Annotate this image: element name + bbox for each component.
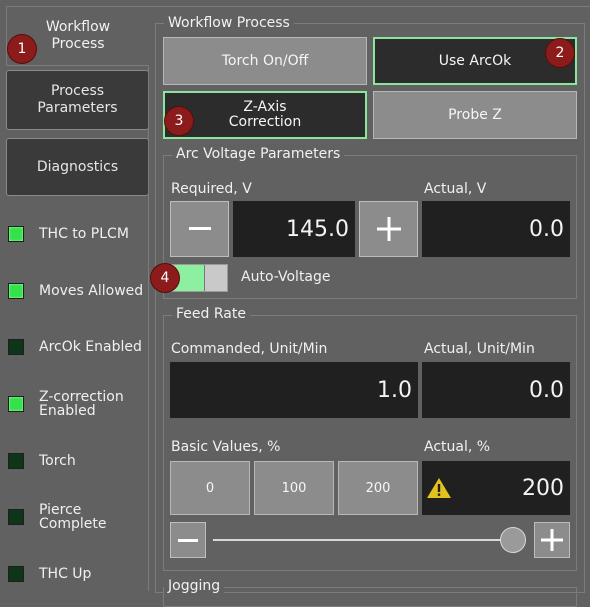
indicator-label: THC to PLCM xyxy=(39,226,129,242)
z-axis-label-line1: Z-Axis xyxy=(243,99,287,115)
led-arcok-enabled xyxy=(8,339,24,355)
indicator-label-line2: Enabled xyxy=(39,403,96,419)
feed-slider-thumb[interactable] xyxy=(500,527,526,553)
tab-label-line1: Workflow xyxy=(45,19,111,35)
tab-label-line1: Process xyxy=(50,83,105,99)
callout-badge: 3 xyxy=(165,107,193,135)
plus-icon xyxy=(376,217,401,241)
led-thc-to-plcm xyxy=(8,226,24,242)
feed-slider-track[interactable] xyxy=(213,539,513,541)
auto-voltage-label: Auto-Voltage xyxy=(241,269,331,285)
indicator-label-line2: Complete xyxy=(39,516,107,532)
callout-badge: 4 xyxy=(151,264,179,292)
indicator-label: Pierce xyxy=(39,502,82,518)
basic-values-label: Basic Values, % xyxy=(171,439,281,455)
voltage-decrease-button[interactable] xyxy=(170,201,229,257)
probe-z-button[interactable]: Probe Z xyxy=(373,91,577,139)
z-axis-label-line2: Correction xyxy=(228,114,302,130)
minus-icon xyxy=(178,538,198,542)
tab-label-line2: Parameters xyxy=(37,100,118,116)
indicator-label: ArcOk Enabled xyxy=(39,339,142,355)
arc-voltage-title: Arc Voltage Parameters xyxy=(172,146,345,162)
jogging-group xyxy=(163,587,577,607)
tab-panel-top-border xyxy=(148,6,590,7)
required-voltage-field[interactable]: 145.0 xyxy=(233,201,355,257)
actual-percent-label: Actual, % xyxy=(424,439,491,455)
indicator-label: Torch xyxy=(39,453,76,469)
minus-icon xyxy=(188,227,211,230)
actual-feed-label: Actual, Unit/Min xyxy=(424,341,535,357)
indicator-label: Moves Allowed xyxy=(39,283,144,299)
preset-200-button[interactable]: 200 xyxy=(338,461,418,515)
voltage-increase-button[interactable] xyxy=(359,201,418,257)
preset-0-button[interactable]: 0 xyxy=(170,461,250,515)
callout-badge: 2 xyxy=(546,39,574,67)
use-arcok-button[interactable]: Use ArcOk xyxy=(373,37,577,85)
indicator-label: THC Up xyxy=(39,566,92,582)
led-moves-allowed xyxy=(8,283,24,299)
actual-feed-field: 0.0 xyxy=(422,362,570,418)
jogging-title: Jogging xyxy=(164,578,225,594)
warning-icon xyxy=(427,478,451,498)
required-voltage-label: Required, V xyxy=(171,181,252,197)
feed-increase-button[interactable] xyxy=(534,522,570,558)
tab-process-parameters[interactable]: Process Parameters xyxy=(6,70,149,130)
torch-on-off-button[interactable]: Torch On/Off xyxy=(163,37,367,85)
tab-diagnostics[interactable]: Diagnostics xyxy=(6,138,149,196)
commanded-feed-label: Commanded, Unit/Min xyxy=(171,341,328,357)
plus-icon xyxy=(541,529,563,551)
preset-100-button[interactable]: 100 xyxy=(254,461,334,515)
actual-voltage-label: Actual, V xyxy=(424,181,487,197)
led-thc-up xyxy=(8,566,24,582)
tab-panel-border xyxy=(148,66,149,591)
feed-decrease-button[interactable] xyxy=(170,522,206,558)
z-axis-correction-button[interactable]: Z-Axis Correction xyxy=(163,91,367,139)
commanded-feed-field: 1.0 xyxy=(170,362,418,418)
feed-rate-title: Feed Rate xyxy=(172,306,250,322)
actual-voltage-field: 0.0 xyxy=(422,201,570,257)
tab-label-line2: Process xyxy=(51,36,105,52)
indicator-label: Z-correction xyxy=(39,389,124,405)
callout-badge: 1 xyxy=(8,35,36,63)
led-pierce-complete xyxy=(8,509,24,525)
led-z-correction-enabled xyxy=(8,396,24,412)
led-torch xyxy=(8,453,24,469)
tab-label: Diagnostics xyxy=(36,158,119,175)
workflow-process-title: Workflow Process xyxy=(164,15,294,31)
